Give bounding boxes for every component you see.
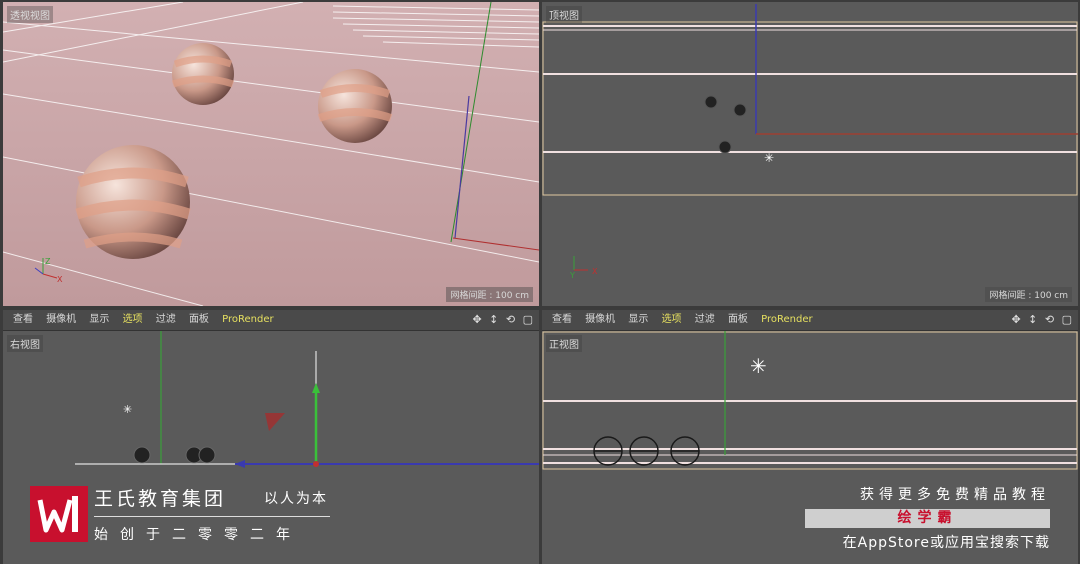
menu-prorender[interactable]: ProRender <box>761 310 812 330</box>
svg-text:X: X <box>57 275 63 284</box>
grid-spacing-label: 网格间距 : 100 cm <box>446 287 533 302</box>
viewport-label-right: 右视图 <box>7 335 43 352</box>
logo-w-icon <box>30 486 88 542</box>
brand-logo <box>30 486 88 542</box>
viewport-top[interactable]: ✳ Y X 顶视图 网格间距 : 100 cm <box>542 2 1078 306</box>
menu-panel[interactable]: 面板 <box>189 310 209 330</box>
promo-line-1: 获得更多免费精品教程 <box>860 487 1050 503</box>
perspective-scene: Z X <box>3 2 539 306</box>
svg-text:✳: ✳ <box>123 403 132 416</box>
brand-title: 王氏教育集团 <box>94 488 227 510</box>
brand-motto: 以人为本 <box>264 491 328 507</box>
viewport-nav-icons[interactable]: ✥ ↕ ⟲ ▢ <box>472 313 535 326</box>
menu-camera[interactable]: 摄像机 <box>585 310 615 330</box>
promo-highlight: 绘学霸 <box>805 509 1050 528</box>
sphere-small <box>171 43 235 105</box>
sphere-large <box>75 145 191 259</box>
viewport-perspective[interactable]: Z X 透视视图 网格间距 : 100 cm <box>3 2 539 306</box>
menu-options[interactable]: 选项 <box>662 310 682 330</box>
brand-divider <box>94 516 330 517</box>
menu-filter[interactable]: 过滤 <box>695 310 715 330</box>
menu-display[interactable]: 显示 <box>628 310 648 330</box>
promo-watermark: 获得更多免费精品教程 绘学霸 在AppStore或应用宝搜索下载 <box>805 484 1050 552</box>
menu-display[interactable]: 显示 <box>89 310 109 330</box>
svg-text:✳: ✳ <box>764 151 774 165</box>
svg-text:Y: Y <box>569 271 575 280</box>
brand-subtitle: 始创于二零零二年 <box>94 527 302 543</box>
viewport-label-top: 顶视图 <box>546 6 582 23</box>
svg-text:✳: ✳ <box>750 354 767 378</box>
viewport-menubar-right: 查看 摄像机 显示 选项 过滤 面板 ProRender ✥ ↕ ⟲ ▢ <box>3 310 539 331</box>
viewport-label-front: 正视图 <box>546 335 582 352</box>
svg-text:Z: Z <box>45 257 51 266</box>
menu-view[interactable]: 查看 <box>552 310 572 330</box>
menu-camera[interactable]: 摄像机 <box>46 310 76 330</box>
viewport-nav-icons[interactable]: ✥ ↕ ⟲ ▢ <box>1011 313 1074 326</box>
viewport-menubar-front: 查看 摄像机 显示 选项 过滤 面板 ProRender ✥ ↕ ⟲ ▢ <box>542 310 1078 331</box>
menu-prorender[interactable]: ProRender <box>222 310 273 330</box>
brand-watermark: 王氏教育集团 以人为本 始创于二零零二年 <box>30 484 340 548</box>
menu-filter[interactable]: 过滤 <box>156 310 176 330</box>
svg-text:X: X <box>592 267 598 276</box>
sphere-medium <box>317 69 393 143</box>
viewport-label-perspective: 透视视图 <box>7 6 53 23</box>
menu-options[interactable]: 选项 <box>123 310 143 330</box>
grid-spacing-label: 网格间距 : 100 cm <box>985 287 1072 302</box>
promo-line-3: 在AppStore或应用宝搜索下载 <box>842 535 1050 551</box>
menu-panel[interactable]: 面板 <box>728 310 748 330</box>
menu-view[interactable]: 查看 <box>13 310 33 330</box>
top-scene: ✳ Y X <box>542 4 1078 280</box>
